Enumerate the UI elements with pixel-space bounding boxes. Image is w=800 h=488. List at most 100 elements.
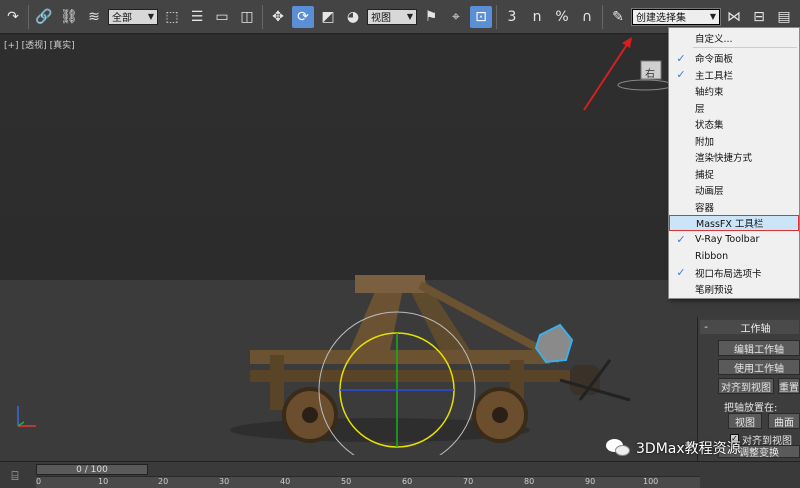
snap-icon[interactable]: 3 — [501, 6, 523, 28]
move-icon[interactable]: ✥ — [267, 6, 289, 28]
viewport-menu-pov[interactable]: [透视] — [22, 41, 47, 51]
max-window: ↷ 🔗 ⛓ ≋ 全部 ▼ ⬚ ☰ ▭ ◫ ✥ ⟳ ◩ ◕ 视图 ▼ ⚑ ⌖ ⊡ 3 … — [0, 0, 800, 488]
mirror-icon[interactable]: ⋈ — [723, 6, 745, 28]
menu-item-label: 渲染快捷方式 — [695, 153, 753, 164]
menu-item-label: 状态集 — [695, 120, 724, 131]
toolbar-separator — [602, 4, 603, 29]
unlink-icon[interactable]: ⛓ — [58, 6, 80, 28]
toolbar-separator — [262, 4, 263, 29]
pivot-icon[interactable]: ◕ — [342, 6, 364, 28]
check-icon: ✓ — [676, 68, 686, 81]
chevron-down-icon: ▼ — [709, 12, 716, 21]
rollout-title: 工作轴 — [740, 323, 771, 335]
menu-item[interactable]: 附加 — [669, 133, 799, 149]
toolbar-separator — [496, 4, 497, 29]
menu-item[interactable]: 轴约束 — [669, 83, 799, 99]
undo-icon[interactable]: ↷ — [2, 6, 24, 28]
select-and-place-icon[interactable]: ⊡ — [470, 5, 492, 28]
menu-item-label: 动画层 — [695, 186, 724, 197]
named-selection-set-dropdown[interactable]: 创建选择集 ▼ — [631, 7, 721, 26]
surface-button[interactable]: 曲面 — [768, 413, 800, 429]
edit-named-sets-icon[interactable]: ✎ — [607, 6, 629, 28]
time-slider[interactable]: 0 / 100 — [36, 464, 148, 475]
menu-item[interactable]: ✓ 主工具栏 — [669, 67, 799, 83]
angle-snap-icon[interactable]: n — [526, 6, 548, 28]
axis-tripod-icon — [17, 406, 36, 427]
toolbar-context-menu: 自定义... ✓ 命令面板 ✓ 主工具栏轴约束层状态集附加渲染快捷方式捕捉动画层容器 M… — [668, 27, 800, 299]
align-to-view-button[interactable]: 对齐到视图 — [718, 378, 774, 394]
scale-icon[interactable]: ◩ — [317, 6, 339, 28]
mini-curve-editor-icon[interactable]: ⌸ — [4, 468, 26, 484]
tick-label: 40 — [280, 477, 291, 486]
menu-item-label: V-Ray Toolbar — [695, 234, 760, 245]
wechat-icon — [606, 437, 632, 459]
check-icon: ✓ — [676, 233, 686, 246]
annotation-arrow — [583, 37, 632, 111]
spinner-snap-icon[interactable]: ∩ — [576, 6, 598, 28]
menu-item[interactable]: 容器 — [669, 199, 799, 215]
menu-item[interactable]: 状态集 — [669, 116, 799, 132]
working-pivot-rollout[interactable]: - 工作轴 — [700, 320, 799, 335]
menu-item-label: 笔刷预设 — [695, 285, 734, 296]
menu-item-label: 命令面板 — [695, 54, 734, 65]
menu-item[interactable]: ✓ 视口布局选项卡 — [669, 265, 799, 281]
menu-item[interactable]: 捕捉 — [669, 166, 799, 182]
link-icon[interactable]: 🔗 — [33, 6, 55, 28]
rotate-icon[interactable]: ⟳ — [292, 5, 314, 28]
select-object-icon[interactable]: ⬚ — [161, 6, 183, 28]
tick-label: 0 — [36, 477, 42, 486]
menu-item[interactable]: 笔刷预设 — [669, 281, 799, 297]
catapult-model[interactable] — [230, 250, 650, 455]
reference-coord-dropdown[interactable]: 视图 ▼ — [367, 8, 417, 25]
bind-spacewarp-icon[interactable]: ≋ — [83, 6, 105, 28]
viewport-menu-plus[interactable]: [+] — [4, 41, 19, 51]
viewport-label[interactable]: [+] [透视] [真实] — [4, 38, 78, 51]
menu-item-label: 轴约束 — [695, 87, 724, 98]
menu-item-label: MassFX 工具栏 — [696, 219, 764, 230]
menu-item[interactable]: ✓ 命令面板 — [669, 50, 799, 66]
menu-item-label: 视口布局选项卡 — [695, 268, 762, 280]
menu-item-label: 主工具栏 — [695, 70, 734, 82]
watermark: 3DMax教程资源 — [606, 437, 741, 459]
tick-label: 90 — [585, 477, 596, 486]
rect-region-icon[interactable]: ▭ — [211, 6, 233, 28]
edit-working-pivot-button[interactable]: 编辑工作轴 — [718, 340, 800, 356]
select-manipulate-icon[interactable]: ⚑ — [420, 6, 442, 28]
menu-item-label: Ribbon — [695, 250, 729, 262]
viewport-menu-shading[interactable]: [真实] — [50, 41, 75, 51]
view-button[interactable]: 视图 — [728, 413, 762, 429]
timeline: ⌸ 0 / 100 0 10 20 30 40 50 60 70 80 90 1… — [0, 461, 800, 488]
menu-item[interactable]: 渲染快捷方式 — [669, 149, 799, 165]
menu-item-label: 附加 — [695, 136, 715, 148]
window-crossing-icon[interactable]: ◫ — [236, 6, 258, 28]
menu-item[interactable]: ✓ V-Ray Toolbar — [669, 232, 799, 248]
reset-button[interactable]: 重置 — [778, 378, 800, 394]
place-pivot-label: 把轴放置在: — [724, 403, 778, 414]
menu-item[interactable]: 动画层 — [669, 182, 799, 198]
layer-icon[interactable]: ▤ — [773, 6, 795, 28]
check-icon: ✓ — [676, 51, 686, 65]
align-icon[interactable]: ⊟ — [748, 6, 770, 28]
menu-item-customize[interactable]: 自定义... — [669, 30, 799, 46]
selection-filter-dropdown[interactable]: 全部 ▼ — [108, 8, 158, 25]
chevron-down-icon: ▼ — [406, 12, 413, 21]
tick-label: 20 — [158, 477, 169, 486]
rollout-toggle[interactable]: - — [700, 322, 712, 333]
select-by-name-icon[interactable]: ☰ — [186, 6, 208, 28]
menu-separator — [693, 47, 797, 48]
toolbar-separator — [28, 4, 29, 29]
menu-item[interactable]: Ribbon — [669, 248, 799, 264]
keyboard-shortcut-icon[interactable]: ⌖ — [445, 6, 467, 28]
viewcube-face-label: 右 — [645, 69, 655, 80]
tick-label: 80 — [524, 477, 535, 486]
time-track[interactable] — [36, 476, 700, 488]
menu-item-label: 层 — [695, 103, 705, 115]
check-icon: ✓ — [676, 266, 686, 279]
menu-item[interactable]: 层 — [669, 100, 799, 116]
tick-label: 70 — [463, 477, 474, 486]
use-working-pivot-button[interactable]: 使用工作轴 — [718, 359, 800, 375]
tick-label: 10 — [98, 477, 109, 486]
tick-label: 30 — [219, 477, 230, 486]
percent-snap-icon[interactable]: % — [551, 6, 573, 28]
menu-item[interactable]: MassFX 工具栏 — [669, 215, 799, 231]
